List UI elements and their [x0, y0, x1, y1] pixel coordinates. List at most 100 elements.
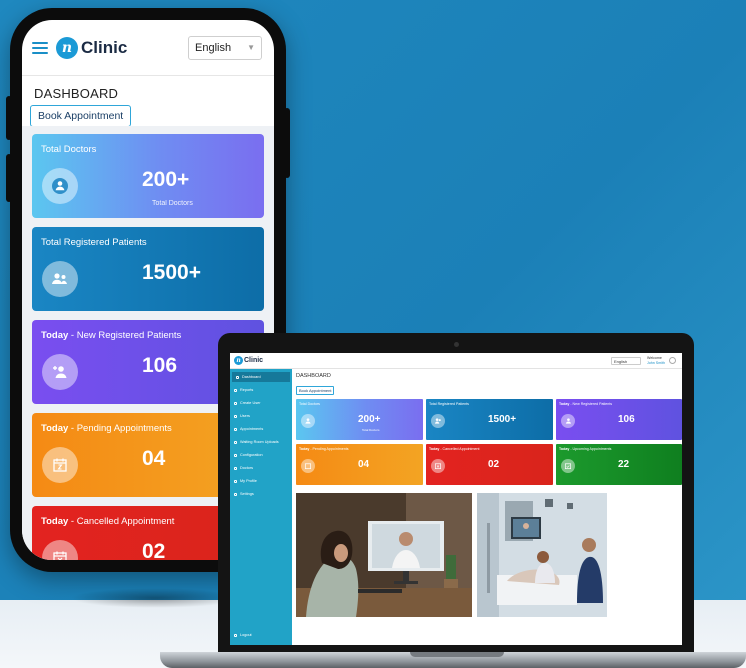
card-value: 04	[358, 459, 370, 470]
card-value: 1500+	[142, 261, 201, 284]
sidebar-item-configuration[interactable]: Configuration	[230, 450, 292, 460]
card-title: Today - Pending Appointments	[299, 447, 349, 451]
chevron-down-icon: ▼	[247, 43, 255, 52]
page-title: DASHBOARD	[34, 86, 119, 101]
sidebar-item-reports[interactable]: Reports	[230, 385, 292, 395]
user-name: John Smith	[647, 360, 665, 365]
sidebar-item-label: Users	[240, 414, 250, 418]
add-patient-icon	[561, 414, 575, 428]
logout-button[interactable]: Logout	[234, 633, 252, 637]
sidebar-item-dashboard[interactable]: Dashboard	[232, 372, 290, 382]
stat-card-pending-appointments[interactable]: Today - Pending Appointments 04	[296, 444, 423, 485]
card-value: 04	[142, 447, 166, 470]
stat-card-total-patients[interactable]: Total Registered Patients 1500+	[426, 399, 553, 440]
card-title: Today - New Registered Patients	[559, 402, 612, 406]
phone-header: n Clinic English ▼	[22, 20, 274, 76]
calendar-pending-icon	[301, 459, 315, 473]
card-value: 02	[488, 459, 500, 470]
card-value: 200+	[142, 168, 190, 191]
card-value: 22	[618, 459, 630, 470]
card-title: Total Registered Patients	[429, 402, 469, 406]
card-title-prefix: Today	[429, 447, 440, 451]
card-title-text: - New Registered Patients	[68, 330, 182, 341]
create-user-icon	[234, 401, 237, 405]
add-patient-icon	[42, 354, 78, 390]
language-select[interactable]: English	[611, 356, 642, 365]
sidebar-item-waiting-room[interactable]: Waiting Room Uploads	[230, 437, 292, 447]
telemedicine-photo	[296, 493, 472, 617]
language-select[interactable]: English ▼	[188, 35, 262, 60]
sidebar-item-create-user[interactable]: Create User	[230, 398, 292, 408]
card-title-prefix: Today	[559, 447, 570, 451]
doctor-icon	[42, 168, 78, 204]
stat-card-total-doctors[interactable]: Total Doctors 200+ Total Doctors	[296, 399, 423, 440]
stat-card-new-patients[interactable]: Today - New Registered Patients 106	[556, 399, 682, 440]
card-title: Total Doctors	[299, 402, 320, 406]
gear-icon	[234, 492, 237, 496]
sidebar-item-label: My Profile	[240, 479, 257, 483]
profile-icon	[234, 479, 237, 483]
logout-icon	[234, 633, 237, 637]
calendar-pending-icon	[42, 447, 78, 483]
sidebar-item-appointments[interactable]: Appointments	[230, 424, 292, 434]
avatar[interactable]	[669, 357, 676, 364]
phone-power-button	[284, 108, 290, 178]
card-title-prefix: Today	[41, 516, 69, 527]
sidebar-item-users[interactable]: Users	[230, 411, 292, 421]
sidebar-item-label: Create User	[240, 401, 261, 405]
card-value: 106	[142, 354, 178, 377]
appointments-icon	[234, 427, 237, 431]
reports-icon	[234, 388, 237, 392]
card-title: Today - New Registered Patients	[41, 330, 181, 341]
sidebar-item-label: Reports	[240, 388, 254, 392]
card-value: 200+	[358, 414, 381, 425]
phone-volume-up	[6, 96, 12, 140]
card-title: Today - Upcoming Appointments	[559, 447, 611, 451]
card-title: Today - Pending Appointments	[41, 423, 172, 434]
patients-icon	[431, 414, 445, 428]
card-title-text: - Cancelled Appointment	[439, 447, 480, 451]
card-title-prefix: Today	[559, 402, 570, 406]
laptop-header: n Clinic English Welcome John Smith	[230, 353, 682, 369]
card-title-prefix: Today	[41, 330, 69, 341]
sidebar: Dashboard Reports Create User Users Appo…	[230, 369, 292, 645]
book-appointment-button[interactable]: Book Appointment	[30, 105, 132, 127]
stat-card-total-doctors[interactable]: Total Doctors 200+ Total Doctors	[32, 134, 264, 218]
logo-icon: n	[56, 36, 78, 59]
stat-card-cancelled-appointments[interactable]: Today - Cancelled Appointment 02	[426, 444, 553, 485]
sidebar-item-my-profile[interactable]: My Profile	[230, 476, 292, 486]
sidebar-item-doctors[interactable]: Doctors	[230, 463, 292, 473]
card-title-text: - Pending Appointments	[68, 423, 172, 434]
card-title-text: - Cancelled Appointment	[68, 516, 175, 527]
upload-icon	[234, 440, 237, 444]
sidebar-item-label: Settings	[240, 492, 254, 496]
card-subtitle: Total Doctors	[362, 428, 380, 432]
laptop-notch	[410, 652, 504, 657]
configuration-icon	[234, 453, 237, 457]
stat-card-upcoming-appointments[interactable]: Today - Upcoming Appointments 22	[556, 444, 682, 485]
dashboard-icon	[236, 375, 239, 379]
book-appointment-button[interactable]: Book Appointment	[296, 386, 335, 395]
card-title-text: - New Registered Patients	[569, 402, 613, 406]
sidebar-item-label: Dashboard	[242, 375, 261, 379]
card-value: 106	[618, 414, 635, 425]
card-title: Today - Cancelled Appointment	[429, 447, 479, 451]
calendar-cancel-icon	[42, 540, 78, 560]
logo-icon: n	[234, 356, 243, 365]
menu-icon[interactable]	[32, 41, 48, 54]
welcome-text: Welcome John Smith	[647, 356, 665, 364]
card-title-prefix: Today	[41, 423, 69, 434]
phone-volume-down	[6, 154, 12, 202]
calendar-cancel-icon	[431, 459, 445, 473]
card-title: Total Doctors	[41, 144, 97, 155]
sidebar-item-label: Doctors	[240, 466, 254, 470]
sidebar-item-settings[interactable]: Settings	[230, 489, 292, 499]
stat-card-total-patients[interactable]: Total Registered Patients 1500+	[32, 227, 264, 311]
users-icon	[234, 414, 237, 418]
calendar-upcoming-icon	[561, 459, 575, 473]
brand-name: Clinic	[81, 37, 128, 57]
card-subtitle: Total Doctors	[152, 200, 193, 207]
card-title-prefix: Today	[299, 447, 310, 451]
doctor-icon	[301, 414, 315, 428]
card-title: Today - Cancelled Appointment	[41, 516, 174, 527]
